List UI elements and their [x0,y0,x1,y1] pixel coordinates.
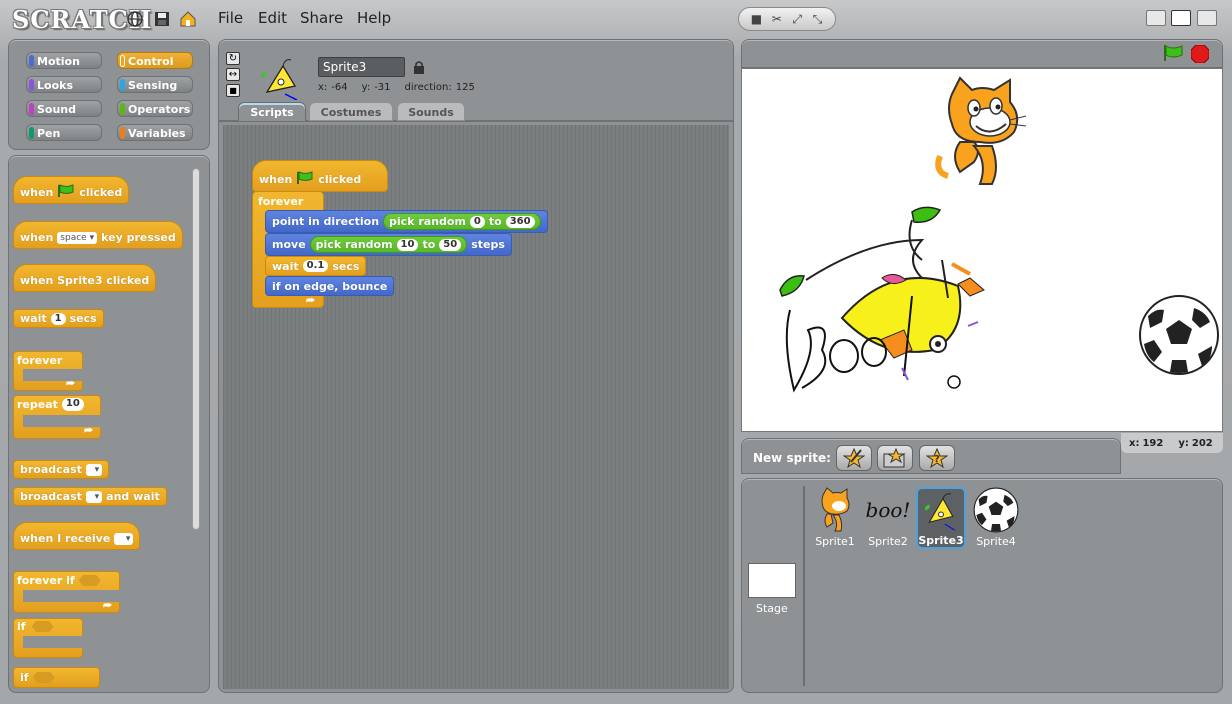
script-wait-secs[interactable]: wait 0.1 secs [265,256,367,276]
language-globe-icon[interactable] [126,10,144,28]
stage-sprite4-ball[interactable] [1138,294,1220,380]
block-when-key-pressed[interactable]: when space ▾ key pressed [13,221,183,249]
menu-edit[interactable]: Edit [258,9,287,27]
sprite-tile-sprite1[interactable]: Sprite1 [810,487,860,549]
share-upload-icon[interactable] [179,10,197,28]
loop-arrow-icon: ⮫ [66,379,76,390]
normal-layout-button[interactable] [1171,10,1191,26]
stage-sprite1-cat[interactable] [930,76,1030,195]
pick-random-reporter[interactable]: pick random 10 to 50 [309,236,468,253]
sprite4-ball-thumbnail [973,487,1019,533]
stage-label: Stage [756,602,788,615]
category-sensing[interactable]: Sensing [117,76,193,93]
block-when-i-receive[interactable]: when I receive ▾ [13,522,141,550]
message-dropdown[interactable]: ▾ [114,532,134,545]
block-when-sprite-clicked[interactable]: when Sprite3 clicked [13,264,157,292]
paintbrush-star-icon [843,448,865,468]
sprite-name-field[interactable]: Sprite3 [318,57,405,77]
stage-sprite3-drawing[interactable] [772,200,992,409]
rotate-all-around-button[interactable]: ↻ [226,52,240,65]
svg-text:?: ? [934,454,940,465]
tab-scripts[interactable]: Scripts [238,102,306,121]
block-broadcast[interactable]: broadcast ▾ [13,460,110,479]
sprite-list-divider [803,486,805,686]
delete-scissors-icon[interactable]: ✂ [768,11,786,27]
stop-sign-icon[interactable] [1190,44,1210,67]
sprite-tile-sprite2[interactable]: boo! Sprite2 [863,487,913,549]
condition-slot[interactable] [32,672,55,683]
condition-slot[interactable] [31,621,54,632]
category-control[interactable]: Control [117,52,193,69]
script-if-on-edge-bounce[interactable]: if on edge, bounce [265,276,395,296]
block-wait-secs[interactable]: wait 1 secs [13,309,104,328]
palette-scrollbar[interactable] [192,168,200,530]
loop-arrow-icon: ⮫ [306,296,316,307]
question-star-icon: ? [926,448,948,468]
shrink-icon[interactable]: ⤡ [809,11,827,27]
paint-new-sprite-button[interactable] [836,445,872,471]
scratch-window: SCRATCH File Edit Share Help ■ ✂ ⤢ ⤡ Mot… [0,0,1232,704]
menu-help[interactable]: Help [357,9,391,27]
loop-arrow-icon: ⮫ [103,601,113,612]
green-flag-icon [296,171,314,188]
category-sound[interactable]: Sound [26,100,102,117]
block-broadcast-and-wait[interactable]: broadcast ▾ and wait [13,487,167,506]
script-move-steps[interactable]: move pick random 10 to 50 steps [265,233,512,256]
pick-random-reporter[interactable]: pick random 0 to 360 [383,213,541,230]
green-flag-icon [57,184,75,201]
condition-slot[interactable] [78,575,101,586]
tab-costumes[interactable]: Costumes [309,102,393,121]
sprite-tile-sprite4[interactable]: Sprite4 [971,487,1021,549]
choose-sprite-from-file-button[interactable] [877,445,913,471]
sprite3-thumbnail [255,56,301,104]
lock-icon[interactable] [413,59,425,78]
broadcast-dropdown[interactable]: ▾ [85,490,103,503]
script-when-flag-clicked[interactable]: when clicked [252,160,388,192]
sprite2-boo-thumbnail: boo! [865,498,911,522]
loop-arrow-icon: ⮫ [84,426,94,437]
green-flag-icon[interactable] [1162,44,1184,66]
sprite1-cat-thumbnail [821,487,850,532]
category-pen[interactable]: Pen [26,124,102,141]
block-when-flag-clicked[interactable]: when clicked [13,176,130,204]
grow-icon[interactable]: ⤢ [788,11,806,27]
new-sprite-label: New sprite: [753,451,831,465]
script-point-in-direction[interactable]: point in direction pick random 0 to 360 [265,210,548,233]
key-dropdown[interactable]: space ▾ [57,231,98,244]
category-motion[interactable]: Motion [26,52,102,69]
category-operators[interactable]: Operators [117,100,193,117]
menu-share[interactable]: Share [300,9,343,27]
duplicate-stamp-icon[interactable]: ■ [747,11,765,27]
stage-thumbnail[interactable] [748,563,796,598]
category-variables[interactable]: Variables [117,124,193,141]
menu-file[interactable]: File [218,9,243,27]
stage-header [741,39,1223,68]
block-if-else[interactable]: if [13,667,100,688]
dont-rotate-button[interactable]: ■ [226,84,240,97]
mouse-coordinates: x: 192 y: 202 [1121,433,1223,453]
category-looks[interactable]: Looks [26,76,102,93]
presentation-mode-button[interactable] [1197,10,1217,26]
surprise-sprite-button[interactable]: ? [919,445,955,471]
save-disk-icon[interactable] [153,10,171,28]
tab-sounds[interactable]: Sounds [397,102,465,121]
folder-star-icon [883,448,906,468]
broadcast-dropdown[interactable]: ▾ [85,463,103,476]
small-stage-layout-button[interactable] [1146,10,1166,26]
sprite-tile-sprite3-selected[interactable]: Sprite3 [916,487,966,549]
sprite3-thumbnail [924,493,955,531]
sprite-position-readout: x: -64 y: -31 direction: 125 [318,82,475,93]
left-right-only-button[interactable]: ↔ [226,68,240,81]
cursor-tools: ■ ✂ ⤢ ⤡ [738,7,836,31]
